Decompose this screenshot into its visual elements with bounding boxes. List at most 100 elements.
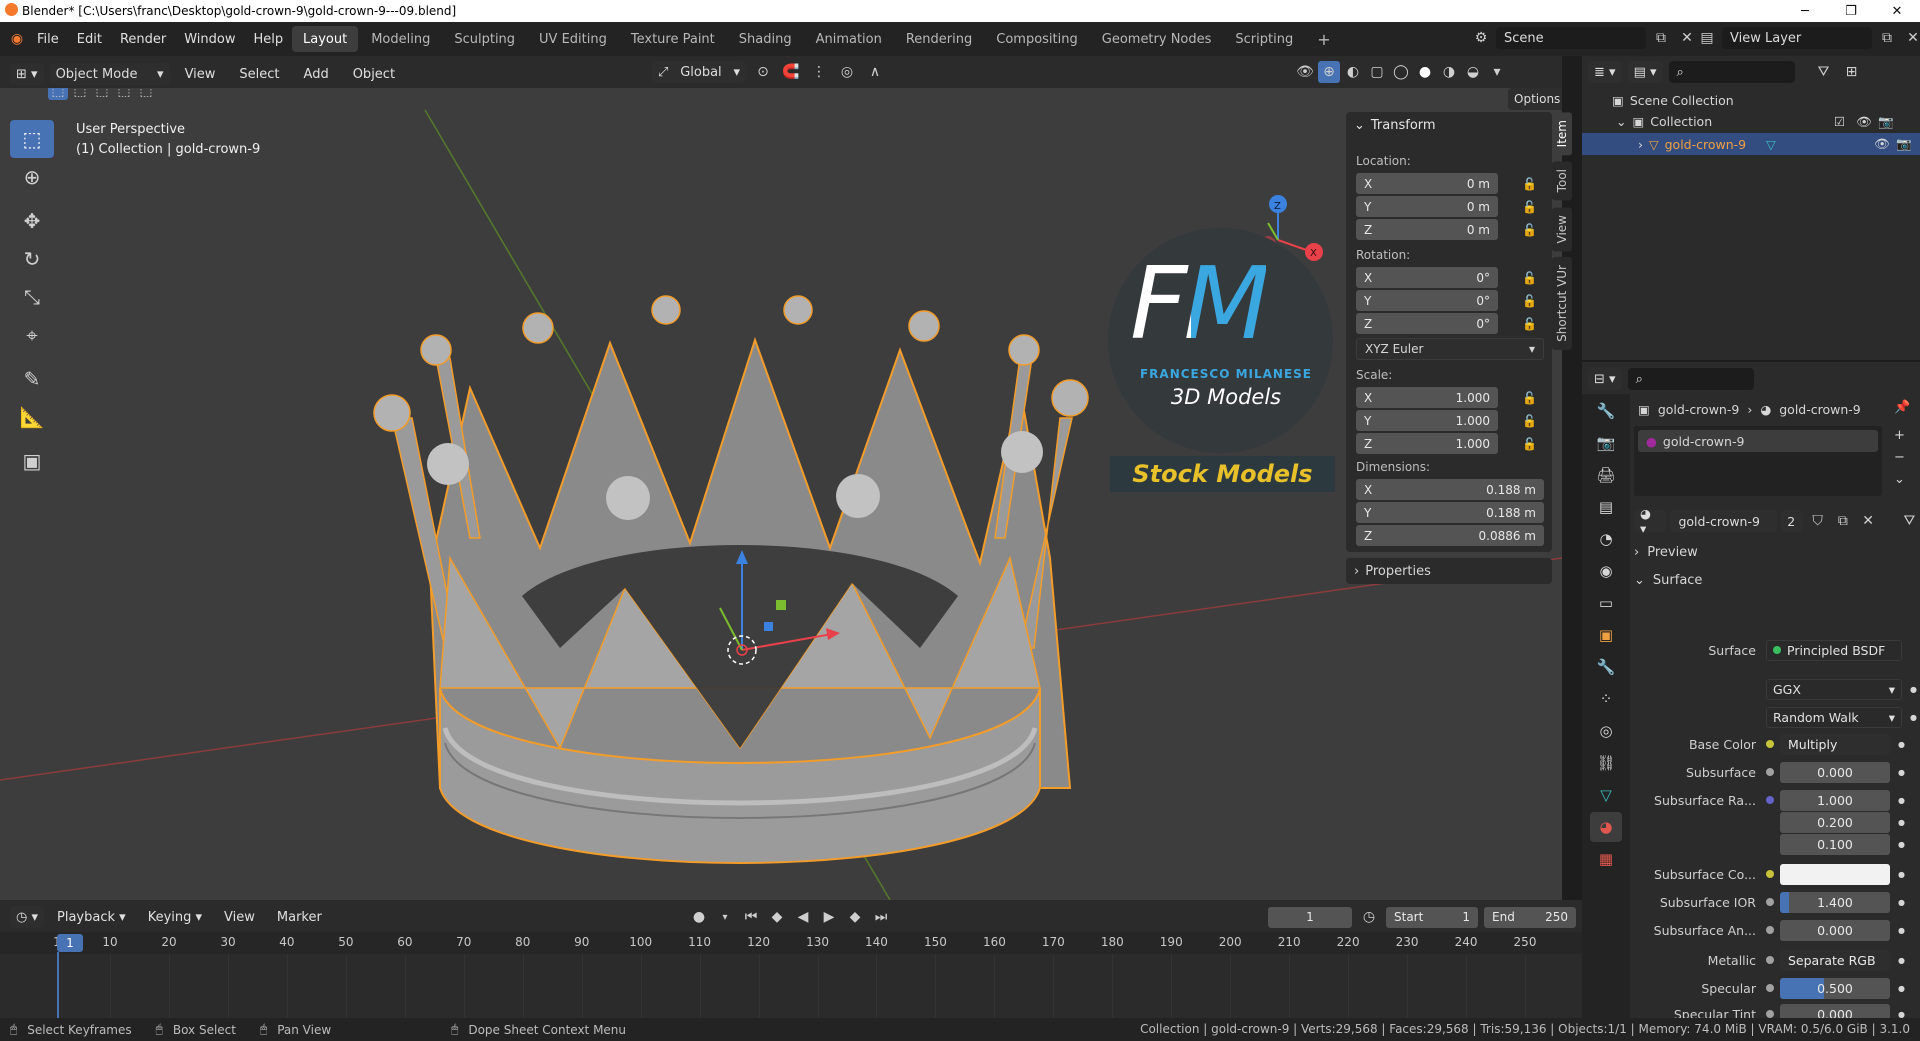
remove-slot-icon[interactable]: −: [1894, 450, 1905, 465]
render-camera-icon[interactable]: 📷: [1878, 114, 1894, 130]
current-frame-field[interactable]: 1: [1268, 906, 1352, 928]
data-tab-icon[interactable]: ▽: [1590, 780, 1622, 810]
tab-compositing[interactable]: Compositing: [985, 26, 1089, 52]
menu-marker[interactable]: Marker: [268, 904, 331, 930]
number-field[interactable]: 0.500: [1780, 977, 1890, 999]
tab-animation[interactable]: Animation: [805, 26, 893, 52]
menu-edit[interactable]: Edit: [68, 26, 111, 52]
prev-keyframe-icon[interactable]: ◆: [766, 906, 788, 928]
dopesheet-area[interactable]: [0, 954, 1582, 1018]
render-tab-icon[interactable]: 📷: [1590, 428, 1622, 458]
socket-icon[interactable]: [1766, 1010, 1774, 1018]
particles-tab-icon[interactable]: ⁘: [1590, 684, 1622, 714]
scene-icon[interactable]: ⚙: [1470, 27, 1492, 49]
delete-scene-icon[interactable]: ✕: [1676, 27, 1698, 49]
texture-tab-icon[interactable]: ▦: [1590, 844, 1622, 874]
menu-file[interactable]: File: [28, 26, 68, 52]
select-new-icon[interactable]: ⬚: [48, 88, 68, 100]
properties-editor-type-button[interactable]: ⊟ ▾: [1588, 368, 1622, 390]
tab-texture-paint[interactable]: Texture Paint: [620, 26, 726, 52]
next-keyframe-icon[interactable]: ◆: [844, 906, 866, 928]
lock-icon[interactable]: 🔓: [1522, 177, 1537, 191]
menu-object[interactable]: Object: [344, 61, 404, 87]
gizmo-toggle-icon[interactable]: ⊕: [1318, 61, 1340, 83]
menu-render[interactable]: Render: [111, 26, 175, 52]
crown-model[interactable]: [373, 295, 1089, 864]
select-invert-icon[interactable]: ⬚: [114, 88, 134, 100]
lock-icon[interactable]: 🔓: [1522, 223, 1537, 237]
solid-shading-icon[interactable]: ●: [1414, 61, 1436, 83]
jump-end-icon[interactable]: ⏭: [870, 906, 892, 928]
surface-shader-selector[interactable]: Principled BSDF: [1766, 639, 1902, 661]
filter-icon[interactable]: ⛛: [1813, 61, 1835, 83]
mode-selector[interactable]: Object Mode ▾: [49, 63, 170, 85]
tab-shading[interactable]: Shading: [728, 26, 803, 52]
outliner-row-scene-collection[interactable]: ▣ Scene Collection: [1612, 93, 1734, 108]
number-field[interactable]: 0.000: [1780, 761, 1890, 783]
select-intersect-icon[interactable]: ⬚: [136, 88, 156, 100]
tab-geometry-nodes[interactable]: Geometry Nodes: [1091, 26, 1223, 52]
object-tab-icon[interactable]: ▣: [1590, 620, 1622, 650]
collection-tab-icon[interactable]: ▭: [1590, 588, 1622, 618]
add-slot-icon[interactable]: +: [1894, 428, 1905, 443]
transform-header[interactable]: ⌄ Transform: [1354, 118, 1436, 133]
properties-section-header[interactable]: › Properties: [1346, 558, 1552, 584]
dimensions-y-field[interactable]: Y 0.188 m: [1356, 502, 1544, 523]
annotate-tool-icon[interactable]: ✎: [10, 360, 54, 398]
decorator-dot[interactable]: ●: [1898, 898, 1905, 907]
decorator-dot[interactable]: ●: [1898, 840, 1905, 849]
socket-icon[interactable]: [1766, 870, 1774, 878]
blender-menu-icon[interactable]: ◉: [6, 28, 28, 50]
linked-node-field[interactable]: Multiply: [1780, 733, 1890, 755]
lock-icon[interactable]: 🔓: [1522, 200, 1537, 214]
color-swatch[interactable]: [1780, 863, 1890, 885]
menu-playback[interactable]: Playback ▾: [48, 904, 135, 930]
dimensions-x-field[interactable]: X 0.188 m: [1356, 479, 1544, 500]
minimize-button[interactable]: ─: [1782, 0, 1828, 22]
lock-icon[interactable]: 🔓: [1522, 271, 1537, 285]
pin-icon[interactable]: 📌: [1894, 400, 1910, 415]
editor-type-button[interactable]: ⊞ ▾: [10, 63, 44, 85]
transform-tool-icon[interactable]: ⌖: [10, 316, 54, 354]
tab-item[interactable]: Item: [1552, 112, 1572, 156]
view-layer-tab-icon[interactable]: ▤: [1590, 492, 1622, 522]
duplicate-material-icon[interactable]: ⧉: [1832, 510, 1853, 532]
scale-y-field[interactable]: Y 1.000: [1356, 410, 1498, 431]
decorator-dot[interactable]: ●: [1910, 685, 1917, 694]
tab-modeling[interactable]: Modeling: [360, 26, 441, 52]
node-tree-icon[interactable]: ⛛: [1899, 510, 1920, 532]
user-count[interactable]: 2: [1781, 510, 1803, 532]
scene-tab-icon[interactable]: ◔: [1590, 524, 1622, 554]
pivot-icon[interactable]: ⊙: [752, 61, 774, 83]
close-button[interactable]: ✕: [1874, 0, 1920, 22]
start-frame-field[interactable]: Start 1: [1386, 906, 1478, 928]
outliner-row-object[interactable]: › ▽ gold-crown-9 ▽ 👁 📷: [1582, 133, 1920, 155]
number-field[interactable]: 1.000: [1780, 789, 1890, 811]
proportional-edit-icon[interactable]: ◎: [836, 61, 858, 83]
socket-icon[interactable]: [1766, 840, 1774, 848]
decorator-dot[interactable]: ●: [1898, 740, 1905, 749]
snap-target-icon[interactable]: ⋮: [808, 61, 830, 83]
scale-x-field[interactable]: X 1.000: [1356, 387, 1498, 408]
tool-tab-icon[interactable]: 🔧: [1590, 396, 1622, 426]
browse-material-icon[interactable]: ◕ ▾: [1634, 506, 1667, 536]
socket-icon[interactable]: [1766, 818, 1774, 826]
overlay-toggle-icon[interactable]: ◐: [1342, 61, 1364, 83]
rotation-x-field[interactable]: X 0°: [1356, 267, 1498, 288]
play-icon[interactable]: ▶: [818, 906, 840, 928]
decorator-dot[interactable]: ●: [1898, 956, 1905, 965]
rotate-tool-icon[interactable]: ↻: [10, 240, 54, 278]
scale-z-field[interactable]: Z 1.000: [1356, 433, 1498, 454]
lock-icon[interactable]: 🔓: [1522, 437, 1537, 451]
world-tab-icon[interactable]: ◉: [1590, 556, 1622, 586]
menu-add[interactable]: Add: [295, 61, 338, 87]
location-y-field[interactable]: Y0 m: [1356, 196, 1498, 217]
dimensions-z-field[interactable]: Z 0.0886 m: [1356, 525, 1544, 546]
record-icon[interactable]: ●: [688, 906, 710, 928]
rotation-y-field[interactable]: Y 0°: [1356, 290, 1498, 311]
location-z-field[interactable]: Z0 m: [1356, 219, 1498, 240]
play-reverse-icon[interactable]: ◀: [792, 906, 814, 928]
decorator-dot[interactable]: ●: [1898, 768, 1905, 777]
falloff-icon[interactable]: ∧: [864, 61, 886, 83]
socket-icon[interactable]: [1766, 768, 1774, 776]
